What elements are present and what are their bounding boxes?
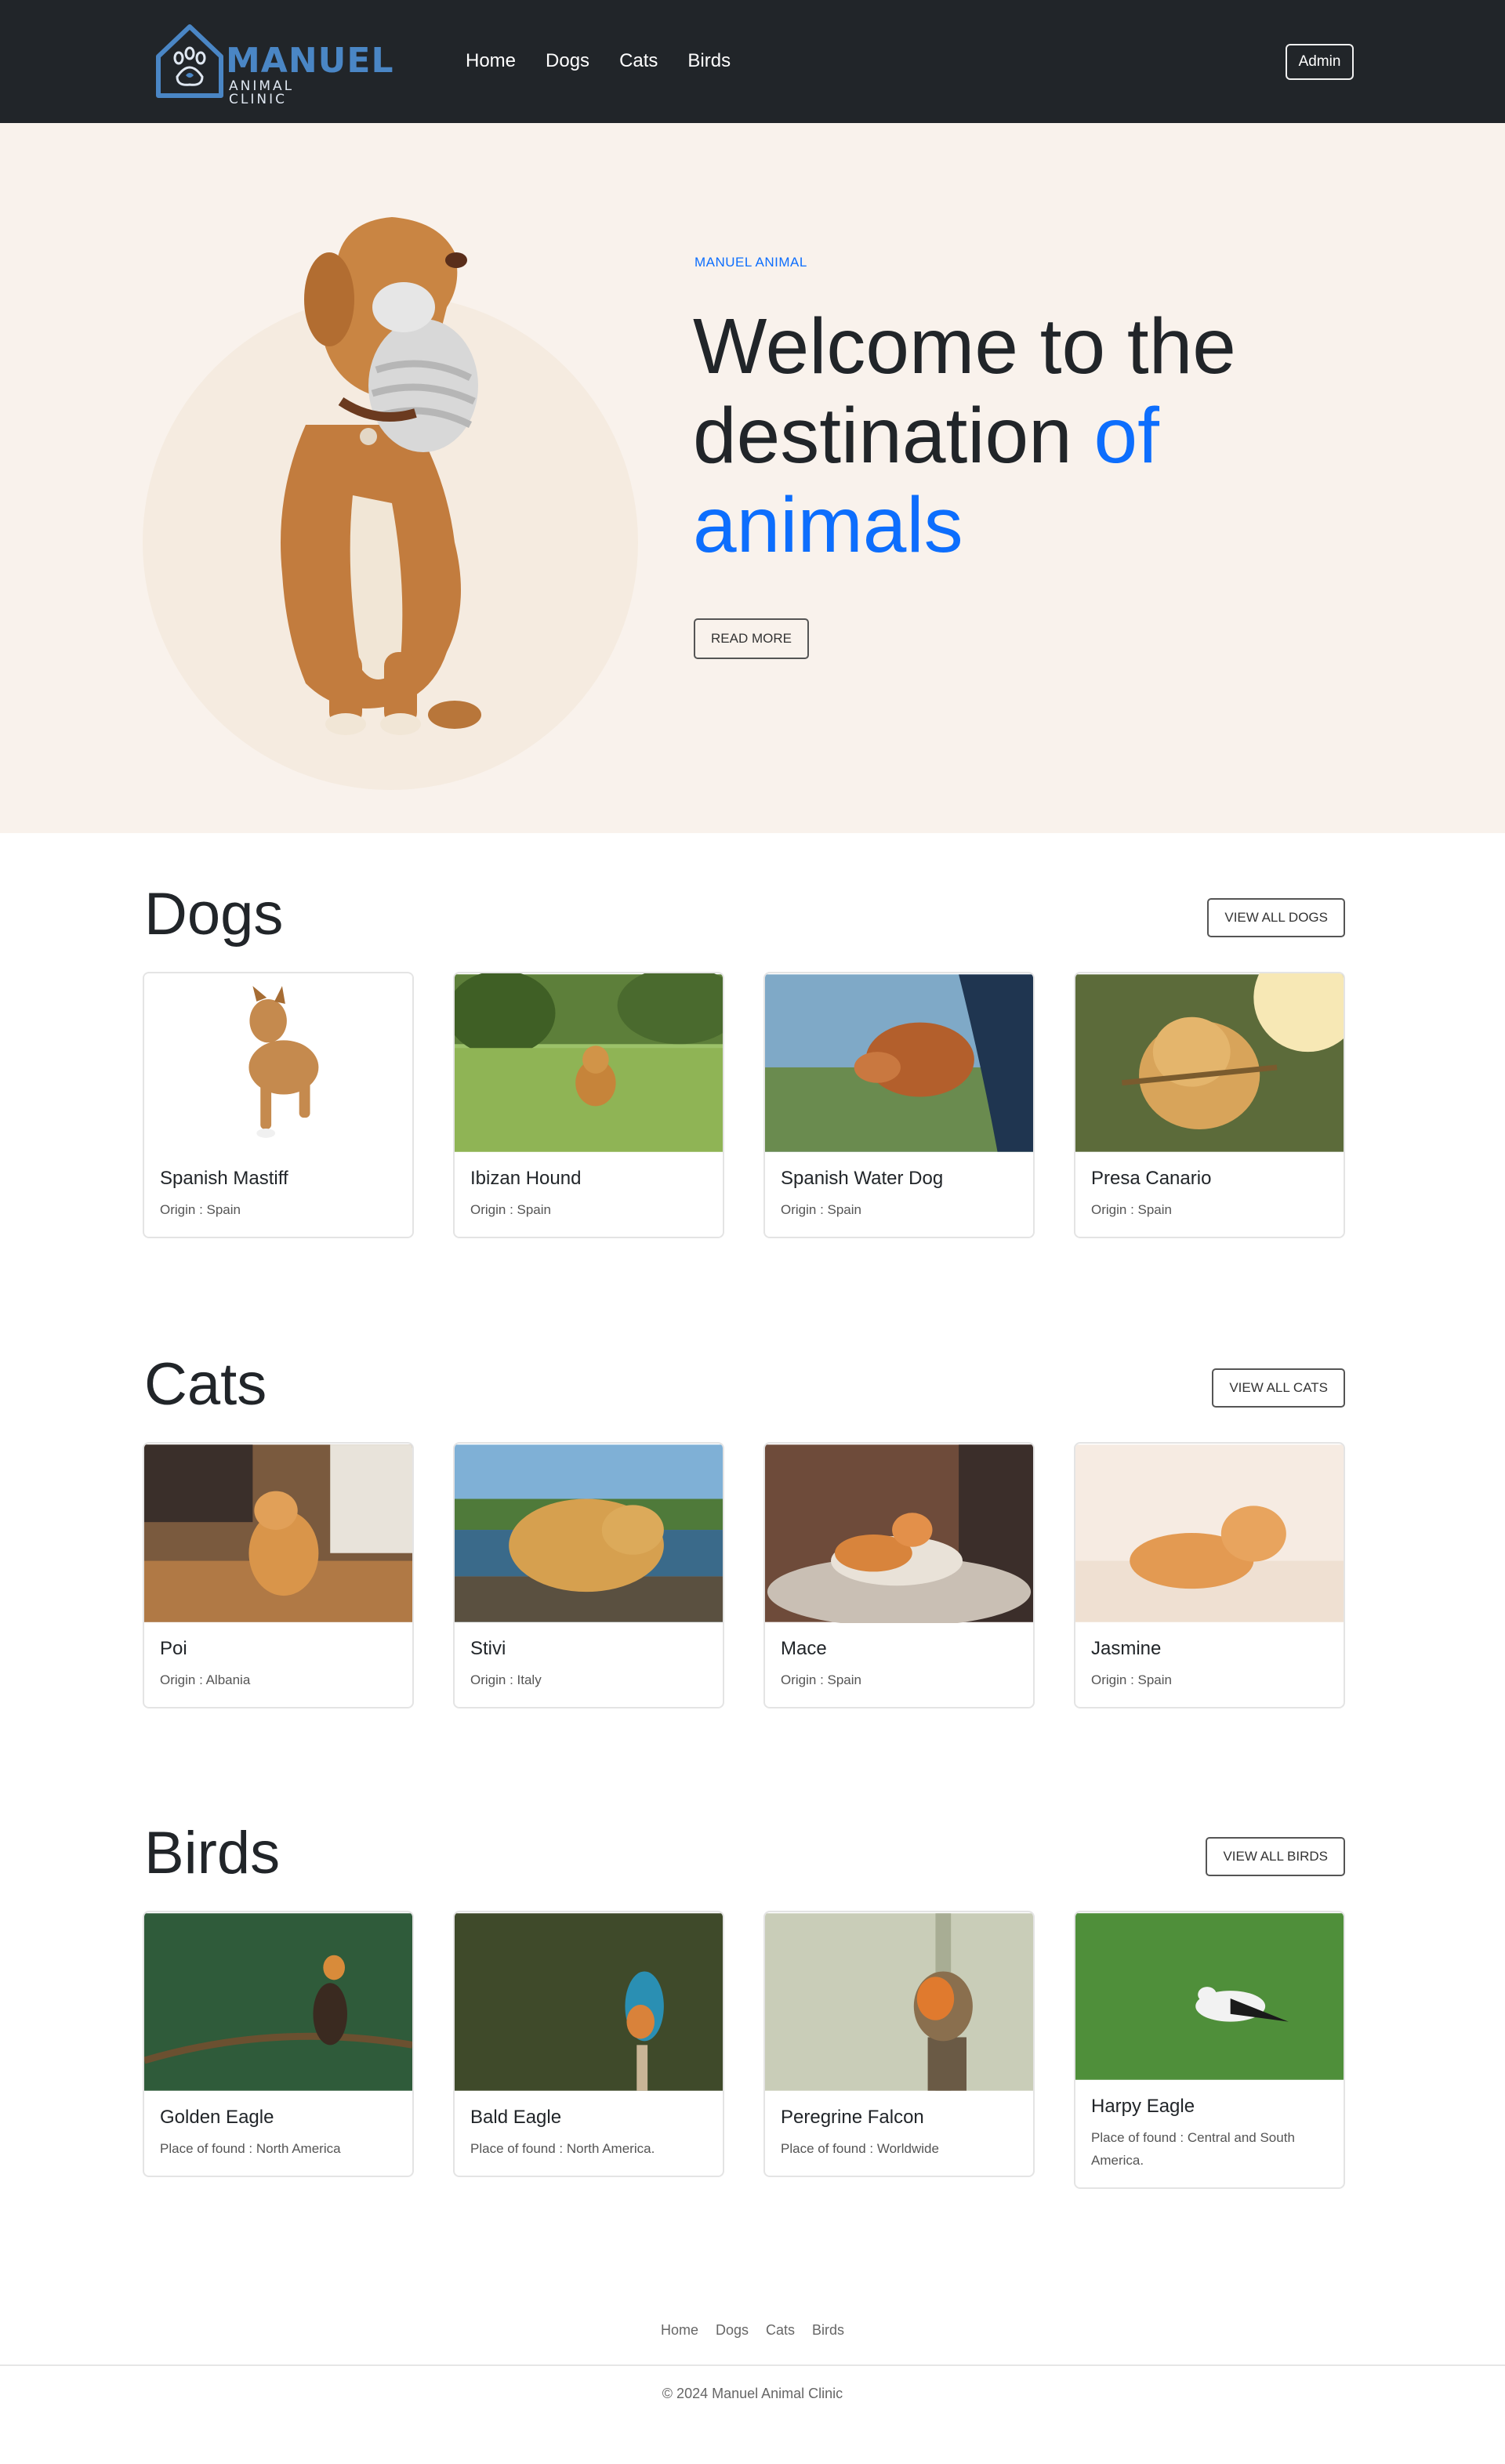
card-detail: Place of found : North America (160, 2141, 341, 2156)
brand-title: MANUEL (226, 41, 394, 81)
dog-card[interactable]: Presa Canario Origin : Spain (1074, 972, 1345, 1238)
dog-photo (144, 974, 412, 1152)
card-detail: Origin : Spain (1091, 1672, 1172, 1687)
hero-title-accent2: animals (693, 481, 963, 569)
brand-subtitle: ANIMAL CLINIC (229, 78, 295, 107)
dog-photo (455, 973, 723, 1152)
hero-kicker: MANUEL ANIMAL (694, 255, 807, 270)
card-title: Stivi (470, 1638, 506, 1659)
cat-card[interactable]: Poi Origin : Albania (143, 1442, 414, 1708)
card-detail: Origin : Spain (470, 1202, 551, 1217)
cat-card[interactable]: Jasmine Origin : Spain (1074, 1442, 1345, 1708)
card-title: Jasmine (1091, 1638, 1162, 1659)
read-more-button[interactable]: READ MORE (694, 618, 809, 659)
card-title: Presa Canario (1091, 1168, 1212, 1189)
cat-card[interactable]: Mace Origin : Spain (763, 1442, 1035, 1708)
footer-link-cats[interactable]: Cats (766, 2322, 795, 2339)
card-title: Peregrine Falcon (781, 2107, 924, 2128)
dog-card[interactable]: Spanish Water Dog Origin : Spain (763, 972, 1035, 1238)
cat-photo (455, 1444, 723, 1622)
card-title: Bald Eagle (470, 2107, 562, 2128)
bird-photo (455, 1913, 723, 2091)
hero-title: Welcome to the destination of animals (693, 302, 1304, 570)
bird-card[interactable]: Bald Eagle Place of found : North Americ… (453, 1911, 724, 2177)
card-detail: Place of found : Worldwide (781, 2141, 939, 2156)
bird-card[interactable]: Harpy Eagle Place of found : Central and… (1074, 1911, 1345, 2189)
cats-heading: Cats (144, 1351, 267, 1418)
nav-home[interactable]: Home (466, 49, 516, 73)
card-title: Spanish Water Dog (781, 1168, 944, 1189)
birds-section: Birds VIEW ALL BIRDS Golden Eagle Place … (143, 1818, 1345, 2194)
dogs-heading: Dogs (144, 881, 284, 948)
cats-section: Cats VIEW ALL CATS Poi Origin : Albania (143, 1350, 1345, 1718)
hero-title-line2: destination (693, 392, 1072, 480)
card-detail: Origin : Spain (781, 1202, 861, 1217)
bird-photo (765, 1913, 1033, 2091)
dog-card[interactable]: Spanish Mastiff Origin : Spain (143, 972, 414, 1238)
card-detail: Origin : Spain (1091, 1202, 1172, 1217)
cat-photo (765, 1444, 1033, 1623)
hero: MANUEL ANIMAL Welcome to the destination… (0, 123, 1505, 833)
dog-card[interactable]: Ibizan Hound Origin : Spain (453, 972, 724, 1238)
nav-dogs[interactable]: Dogs (546, 49, 589, 73)
card-title: Ibizan Hound (470, 1168, 582, 1189)
brand-logo[interactable]: MANUEL ANIMAL CLINIC (154, 19, 393, 107)
card-title: Golden Eagle (160, 2107, 274, 2128)
footer-link-birds[interactable]: Birds (812, 2322, 844, 2339)
bird-card[interactable]: Golden Eagle Place of found : North Amer… (143, 1911, 414, 2177)
card-detail: Origin : Spain (160, 1202, 241, 1217)
card-title: Poi (160, 1638, 187, 1659)
card-detail: Place of found : Central and South Ameri… (1091, 2130, 1295, 2168)
dog-photo (765, 974, 1033, 1152)
footer-divider (0, 2364, 1505, 2366)
dogs-card-list: Spanish Mastiff Origin : Spain Ibizan Ho… (143, 972, 1345, 1238)
card-detail: Origin : Italy (470, 1672, 542, 1687)
view-all-birds-button[interactable]: VIEW ALL BIRDS (1206, 1837, 1345, 1876)
main-nav: Home Dogs Cats Birds (466, 49, 731, 73)
hero-title-line1: Welcome to the (693, 303, 1236, 390)
cat-photo (144, 1444, 412, 1622)
footer-link-dogs[interactable]: Dogs (716, 2322, 749, 2339)
copyright-text: © 2024 Manuel Animal Clinic (662, 2386, 843, 2401)
card-detail: Place of found : North America. (470, 2141, 655, 2156)
card-detail: Origin : Albania (160, 1672, 251, 1687)
nav-birds[interactable]: Birds (687, 49, 731, 73)
card-detail: Origin : Spain (781, 1672, 861, 1687)
card-title: Spanish Mastiff (160, 1168, 288, 1189)
cat-photo (1075, 1444, 1344, 1622)
birds-card-list: Golden Eagle Place of found : North Amer… (143, 1911, 1345, 2189)
hero-title-accent1: of (1093, 392, 1159, 480)
view-all-dogs-button[interactable]: VIEW ALL DOGS (1207, 898, 1345, 937)
view-all-cats-button[interactable]: VIEW ALL CATS (1212, 1368, 1345, 1408)
house-paw-icon (156, 24, 223, 98)
footer-link-home[interactable]: Home (661, 2322, 698, 2339)
bird-photo (1075, 1913, 1344, 2080)
bird-card[interactable]: Peregrine Falcon Place of found : Worldw… (763, 1911, 1035, 2177)
card-title: Mace (781, 1638, 827, 1659)
nav-cats[interactable]: Cats (619, 49, 658, 73)
bird-photo (144, 1913, 412, 2091)
card-title: Harpy Eagle (1091, 2096, 1195, 2117)
footer-nav: Home Dogs Cats Birds (0, 2322, 1505, 2339)
admin-button[interactable]: Admin (1286, 44, 1354, 80)
hero-dog-image (281, 217, 481, 735)
dogs-section: Dogs VIEW ALL DOGS Spanish Mastiff Origi… (143, 879, 1345, 1248)
birds-heading: Birds (144, 1820, 281, 1886)
cats-card-list: Poi Origin : Albania Stivi Origin : Ital… (143, 1442, 1345, 1708)
navbar: MANUEL ANIMAL CLINIC Home Dogs Cats Bird… (0, 0, 1505, 123)
cat-card[interactable]: Stivi Origin : Italy (453, 1442, 724, 1708)
dog-photo (1075, 973, 1344, 1152)
